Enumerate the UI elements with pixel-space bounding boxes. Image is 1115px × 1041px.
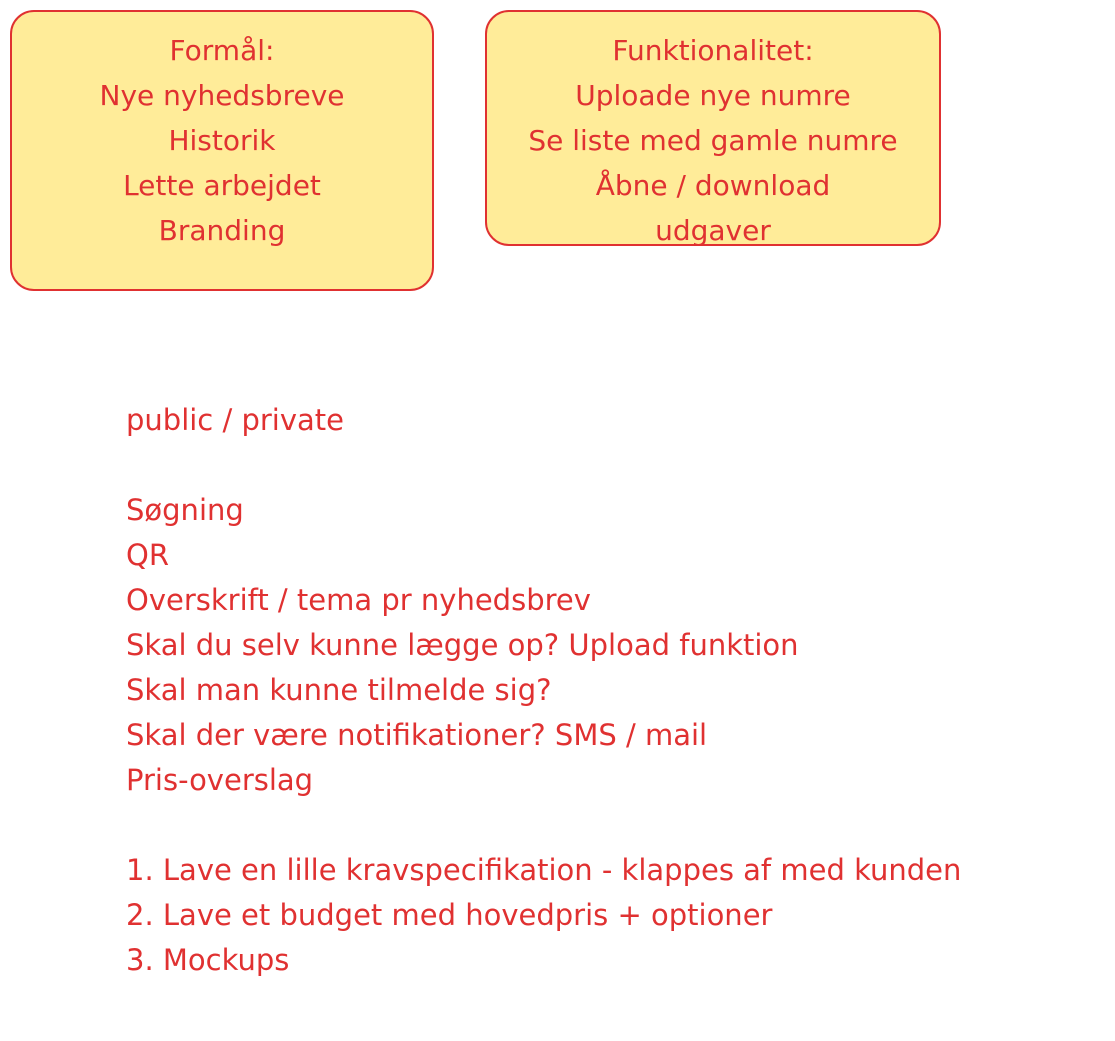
feature-item: QR bbox=[126, 538, 169, 572]
notes-text-block: public / private Søgning QR Overskrift /… bbox=[126, 398, 961, 983]
purpose-item: Lette arbejdet bbox=[123, 169, 321, 202]
step-item: 2. Lave et budget med hovedpris + option… bbox=[126, 898, 773, 932]
purpose-item: Branding bbox=[158, 214, 286, 247]
purpose-item: Historik bbox=[168, 124, 276, 157]
feature-item: Skal man kunne tilmelde sig? bbox=[126, 673, 552, 707]
step-item: 1. Lave en lille kravspecifikation - kla… bbox=[126, 853, 962, 887]
step-item: 3. Mockups bbox=[126, 943, 290, 977]
functionality-sticky-note: Funktionalitet: Uploade nye numre Se lis… bbox=[485, 10, 941, 247]
functionality-heading: Funktionalitet: bbox=[612, 34, 814, 67]
functionality-item: Se liste med gamle numre bbox=[528, 124, 898, 157]
feature-item: Pris-overslag bbox=[126, 763, 314, 797]
functionality-item: Åbne / download bbox=[595, 169, 831, 202]
purpose-heading: Formål: bbox=[169, 34, 275, 67]
feature-item: Skal du selv kunne lægge op? Upload funk… bbox=[126, 628, 799, 662]
functionality-item: Uploade nye numre bbox=[575, 79, 851, 112]
functionality-item: udgaver bbox=[655, 214, 771, 247]
visibility-note: public / private bbox=[126, 403, 344, 437]
purpose-item: Nye nyhedsbreve bbox=[99, 79, 345, 112]
feature-item: Skal der være notifikationer? SMS / mail bbox=[126, 718, 708, 752]
purpose-sticky-note: Formål: Nye nyhedsbreve Historik Lette a… bbox=[10, 10, 434, 291]
feature-item: Søgning bbox=[126, 493, 244, 527]
feature-item: Overskrift / tema pr nyhedsbrev bbox=[126, 583, 591, 617]
